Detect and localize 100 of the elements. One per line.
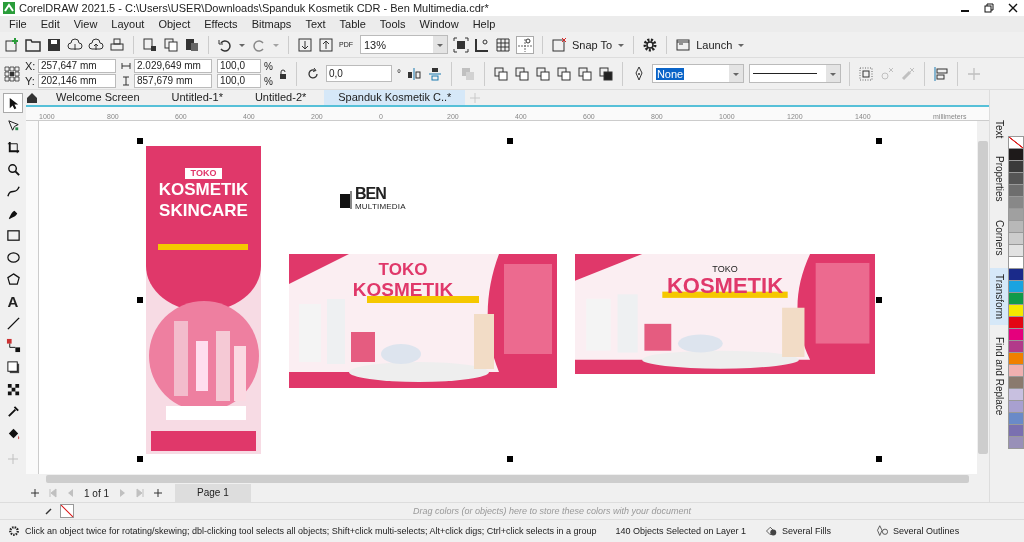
color-swatch[interactable] xyxy=(1008,281,1024,293)
menu-item[interactable]: Table xyxy=(332,18,373,30)
docker-tab[interactable]: Text xyxy=(990,114,1008,145)
menu-item[interactable]: Tools xyxy=(372,18,413,30)
folder-icon[interactable] xyxy=(25,36,41,53)
home-icon[interactable] xyxy=(26,91,38,104)
add-page-icon[interactable] xyxy=(153,488,164,498)
dotted-frame-icon[interactable] xyxy=(857,65,874,82)
reference-point-icon[interactable] xyxy=(4,65,20,82)
menu-item[interactable]: Help xyxy=(465,18,503,30)
color-swatch[interactable] xyxy=(1008,269,1024,281)
launch-button[interactable]: Launch xyxy=(696,38,733,51)
color-swatch[interactable] xyxy=(1008,161,1024,173)
export-icon[interactable] xyxy=(318,36,334,53)
menu-item[interactable]: Bitmaps xyxy=(244,18,299,30)
color-swatch[interactable] xyxy=(1008,329,1024,341)
new-document-icon[interactable] xyxy=(4,36,20,53)
snap-to-button[interactable]: Snap To xyxy=(572,38,613,51)
color-swatch[interactable] xyxy=(1008,233,1024,245)
color-swatch[interactable] xyxy=(1008,245,1024,257)
zoom-dropdown[interactable]: 13% xyxy=(360,35,448,54)
shaping-icon[interactable] xyxy=(492,65,509,82)
line-style-dropdown[interactable] xyxy=(748,64,841,83)
menu-item[interactable]: Effects xyxy=(197,18,245,30)
color-swatch[interactable] xyxy=(1008,389,1024,401)
width-field[interactable]: 2.029,649 mm xyxy=(134,59,212,73)
guidelines-icon[interactable] xyxy=(516,35,534,54)
menu-item[interactable]: Edit xyxy=(33,18,67,30)
no-color-swatch[interactable] xyxy=(60,504,74,518)
color-swatch[interactable] xyxy=(1008,209,1024,221)
selection-handle[interactable] xyxy=(876,297,882,303)
menu-item[interactable]: Window xyxy=(412,18,466,30)
color-swatch[interactable] xyxy=(1008,257,1024,269)
outline-width-dropdown[interactable]: None xyxy=(651,64,744,83)
document-tab[interactable]: Untitled-1* xyxy=(157,90,237,105)
cloud-icon[interactable] xyxy=(88,36,104,53)
shaping-icon[interactable] xyxy=(576,65,593,82)
selection-handle[interactable] xyxy=(876,138,882,144)
mirror-horizontal-icon[interactable] xyxy=(405,65,422,82)
menu-item[interactable]: Object xyxy=(151,18,198,30)
menu-item[interactable]: File xyxy=(2,18,34,30)
docker-tab[interactable]: Find and Replace xyxy=(990,330,1008,422)
lock-icon[interactable] xyxy=(277,68,288,79)
docker-tab[interactable]: Transform xyxy=(990,267,1008,325)
color-swatch[interactable] xyxy=(1008,341,1024,353)
snap-off-icon[interactable] xyxy=(551,36,567,53)
height-field[interactable]: 857,679 mm xyxy=(134,74,212,88)
cloud-icon[interactable] xyxy=(67,36,83,53)
menu-item[interactable]: Layout xyxy=(104,18,152,30)
selection-handle[interactable] xyxy=(506,456,513,462)
color-swatch[interactable] xyxy=(1008,365,1024,377)
document-tab[interactable]: Spanduk Kosmetik C..* xyxy=(324,90,466,105)
page-tab[interactable]: Page 1 xyxy=(175,484,251,502)
color-swatch[interactable] xyxy=(1008,197,1024,209)
settings-icon[interactable] xyxy=(8,525,20,537)
scale-field[interactable]: 100,0 xyxy=(217,59,261,73)
grid-icon[interactable] xyxy=(495,36,511,53)
color-swatch[interactable] xyxy=(1008,149,1024,161)
tool-button[interactable]: A xyxy=(3,291,23,311)
rulers-icon[interactable] xyxy=(474,36,490,53)
copy-icon[interactable] xyxy=(163,36,179,53)
paste-icon[interactable] xyxy=(184,36,200,53)
selection-handle[interactable] xyxy=(506,138,513,144)
add-page-icon[interactable] xyxy=(30,488,40,498)
shaping-icon[interactable] xyxy=(534,65,551,82)
color-swatch[interactable] xyxy=(1008,305,1024,317)
menu-item[interactable]: View xyxy=(66,18,105,30)
color-swatch[interactable] xyxy=(1008,173,1024,185)
shaping-icon[interactable] xyxy=(513,65,530,82)
selection-handle[interactable] xyxy=(137,297,143,303)
color-swatch[interactable] xyxy=(1008,353,1024,365)
color-swatch[interactable] xyxy=(1008,437,1024,449)
print-icon[interactable] xyxy=(109,36,125,53)
color-swatch[interactable] xyxy=(1008,221,1024,233)
color-swatch[interactable] xyxy=(1008,401,1024,413)
color-swatch[interactable] xyxy=(1008,377,1024,389)
mirror-vertical-icon[interactable] xyxy=(426,65,443,82)
scale-field[interactable]: 100,0 xyxy=(217,74,261,88)
shaping-icon[interactable] xyxy=(555,65,572,82)
no-color-swatch[interactable] xyxy=(1008,136,1024,149)
selection-handle[interactable] xyxy=(137,456,143,462)
close-icon[interactable] xyxy=(1008,3,1018,13)
selection-handle[interactable] xyxy=(137,138,143,144)
rotation-field[interactable]: 0,0 xyxy=(325,65,392,82)
document-tab[interactable]: Welcome Screen xyxy=(42,90,154,105)
docker-tab[interactable]: Properties xyxy=(990,150,1008,208)
docker-tab[interactable]: Corners xyxy=(990,213,1008,262)
y-position-field[interactable]: 202,146 mm xyxy=(38,74,116,88)
restore-icon[interactable] xyxy=(984,3,994,13)
full-screen-icon[interactable] xyxy=(453,36,469,53)
menu-item[interactable]: Text xyxy=(298,18,333,30)
selection-handle[interactable] xyxy=(876,456,882,462)
x-position-field[interactable]: 257,647 mm xyxy=(38,59,116,73)
color-swatch[interactable] xyxy=(1008,185,1024,197)
save-icon[interactable] xyxy=(46,36,62,53)
shaping-icon[interactable] xyxy=(597,65,614,82)
document-tab[interactable]: Untitled-2* xyxy=(240,90,321,105)
window-icon[interactable] xyxy=(675,36,692,53)
import-icon[interactable] xyxy=(297,36,313,53)
color-swatch[interactable] xyxy=(1008,425,1024,437)
